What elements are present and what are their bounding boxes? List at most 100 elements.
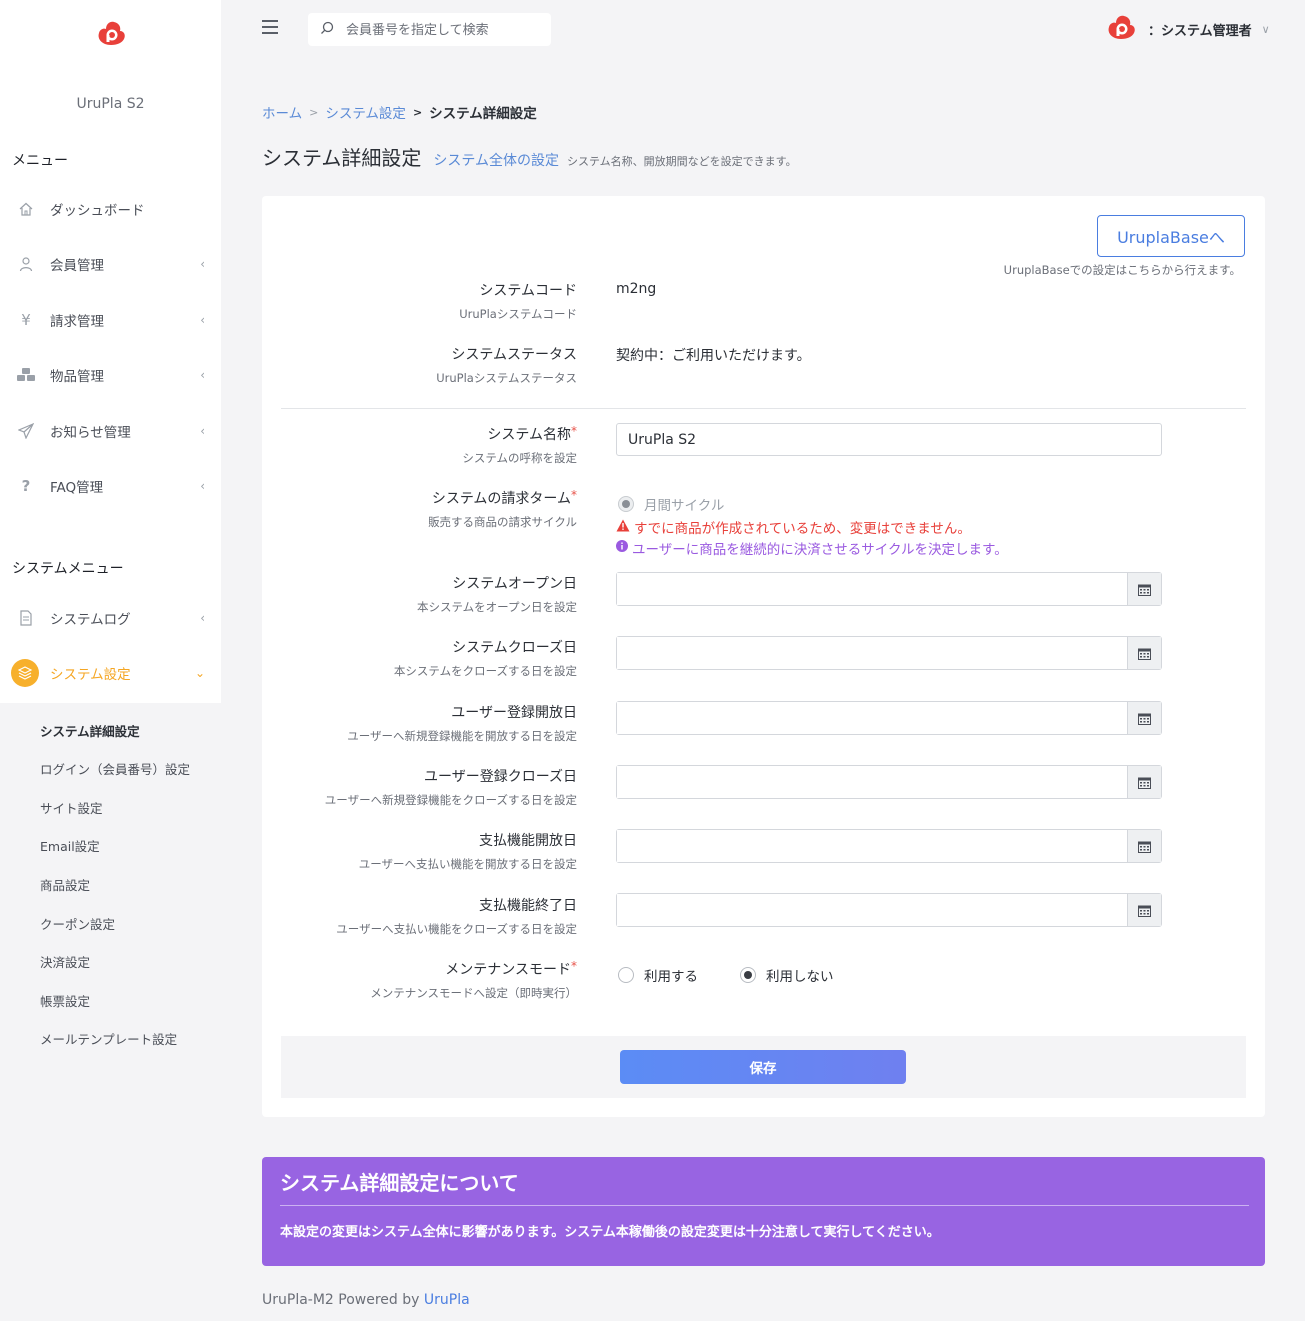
open-date-field xyxy=(616,572,1162,606)
radio-dot xyxy=(740,967,756,983)
system-code-value: m2ng xyxy=(616,281,657,297)
payment-open-sublabel: ユーザーへ支払い機能を開放する日を設定 xyxy=(358,857,577,871)
breadcrumb-home[interactable]: ホーム xyxy=(262,102,302,122)
info-panel-text: 本設定の変更はシステム全体に影響があります。システム本稼働後の設定変更は十分注意… xyxy=(280,1225,940,1240)
open-date-sublabel: 本システムをオープン日を設定 xyxy=(417,600,577,614)
sidebar-item-system-log[interactable]: システムログ ‹ xyxy=(0,600,221,636)
breadcrumb: ホーム > システム設定 > システム詳細設定 xyxy=(262,102,537,123)
submenu-item-site[interactable]: サイト設定 xyxy=(40,798,103,817)
calendar-icon[interactable] xyxy=(1127,702,1161,734)
system-status-label: システムステータス xyxy=(451,347,577,363)
chevron-down-icon: ∨ xyxy=(1261,22,1270,36)
chevron-left-icon: ‹ xyxy=(200,257,205,271)
submenu-item-mail-template[interactable]: メールテンプレート設定 xyxy=(40,1029,177,1048)
chevron-left-icon: ‹ xyxy=(200,368,205,382)
info-panel: システム詳細設定について 本設定の変更はシステム全体に影響があります。システム本… xyxy=(262,1157,1265,1266)
sidebar-item-label: FAQ管理 xyxy=(50,480,104,496)
sidebar-item-label: システムログ xyxy=(50,612,131,628)
save-button[interactable]: 保存 xyxy=(620,1050,906,1084)
close-date-field xyxy=(616,636,1162,670)
calendar-icon[interactable] xyxy=(1127,637,1161,669)
billing-term-info-text: ユーザーに商品を継続的に決済させるサイクルを決定します。 xyxy=(632,542,1008,558)
search-input[interactable] xyxy=(346,20,546,40)
billing-term-label: システムの請求ターム xyxy=(431,491,571,507)
submenu-item-login[interactable]: ログイン（会員番号）設定 xyxy=(40,759,190,778)
open-date-input[interactable] xyxy=(617,573,1127,605)
sidebar-item-dashboard[interactable]: ダッシュボード xyxy=(0,191,221,227)
sidebar-item-members[interactable]: 会員管理 ‹ xyxy=(0,246,221,282)
open-date-label-group: システムオープン日 本システムをオープン日を設定 xyxy=(417,573,577,615)
billing-term-label-row: システムの請求ターム* xyxy=(428,488,577,508)
user-reg-close-input[interactable] xyxy=(617,766,1127,798)
user-menu[interactable]: ：システム管理者 ∨ xyxy=(1106,14,1270,44)
info-circle-icon xyxy=(616,540,628,556)
sidebar-footer-area xyxy=(0,1062,221,1321)
radio-dot xyxy=(618,967,634,983)
sidebar-item-system-settings[interactable]: システム設定 ⌄ xyxy=(0,655,221,691)
maintenance-label: メンテナンスモード xyxy=(445,962,571,978)
payment-close-label-group: 支払機能終了日 ユーザーへ支払い機能をクローズする日を設定 xyxy=(336,895,577,937)
layers-icon xyxy=(11,659,39,687)
payment-close-input[interactable] xyxy=(617,894,1127,926)
warning-triangle-icon xyxy=(616,519,630,536)
document-icon xyxy=(16,608,36,628)
close-date-sublabel: 本システムをクローズする日を設定 xyxy=(393,664,577,678)
maintenance-on-radio[interactable]: 利用する xyxy=(618,965,698,985)
info-panel-title: システム詳細設定について xyxy=(280,1171,519,1195)
submenu-item-product[interactable]: 商品設定 xyxy=(40,875,90,894)
payment-close-field xyxy=(616,893,1162,927)
sidebar-item-label: 請求管理 xyxy=(50,314,104,330)
user-name: ：システム管理者 xyxy=(1148,23,1252,39)
sidebar-item-goods[interactable]: 物品管理 ‹ xyxy=(0,357,221,393)
search-icon xyxy=(320,21,334,35)
submenu-item-system-detail[interactable]: システム詳細設定 xyxy=(40,721,140,740)
required-mark: * xyxy=(571,424,577,438)
hamburger-menu-icon[interactable] xyxy=(262,20,280,34)
sidebar-item-news[interactable]: お知らせ管理 ‹ xyxy=(0,413,221,449)
chevron-left-icon: ‹ xyxy=(200,313,205,327)
user-reg-open-input[interactable] xyxy=(617,702,1127,734)
powered-by: UruPla-M2 Powered by UruPla xyxy=(262,1292,470,1308)
close-date-input[interactable] xyxy=(617,637,1127,669)
chevron-left-icon: ‹ xyxy=(200,424,205,438)
billing-term-monthly-radio[interactable]: 月間サイクル xyxy=(618,494,724,514)
submenu-item-forms[interactable]: 帳票設定 xyxy=(40,991,90,1010)
calendar-icon[interactable] xyxy=(1127,830,1161,862)
submenu-item-payment[interactable]: 決済設定 xyxy=(40,952,90,971)
page-title: システム詳細設定 xyxy=(262,146,422,170)
submenu-item-email[interactable]: Email設定 xyxy=(40,836,100,855)
sidebar-item-label: 物品管理 xyxy=(50,369,104,385)
calendar-icon[interactable] xyxy=(1127,766,1161,798)
calendar-icon[interactable] xyxy=(1127,573,1161,605)
payment-open-field xyxy=(616,829,1162,863)
menu-section-title: メニュー xyxy=(12,153,68,169)
sidebar-item-label: お知らせ管理 xyxy=(50,425,131,441)
user-icon xyxy=(16,254,36,274)
maintenance-off-label: 利用しない xyxy=(766,969,834,985)
urupla-base-note: UruplaBaseでの設定はこちらから行えます。 xyxy=(1003,263,1241,277)
user-reg-open-field xyxy=(616,701,1162,735)
uruppla-logo-icon[interactable] xyxy=(96,20,126,46)
search-box xyxy=(308,13,551,46)
section-divider xyxy=(281,408,1246,409)
payment-open-input[interactable] xyxy=(617,830,1127,862)
system-code-label-group: システムコード UruPlaシステムコード xyxy=(459,280,577,322)
sidebar-item-billing[interactable]: ¥ 請求管理 ‹ xyxy=(0,302,221,338)
urupla-base-button[interactable]: UruplaBaseへ xyxy=(1097,215,1245,257)
system-name-label-group: システム名称* システムの呼称を設定 xyxy=(462,424,577,466)
sidebar-item-faq[interactable]: ? FAQ管理 ‹ xyxy=(0,468,221,504)
user-reg-open-label-group: ユーザー登録開放日 ユーザーへ新規登録機能を開放する日を設定 xyxy=(347,702,577,744)
page-subtitle: システム全体の設定 xyxy=(433,153,559,169)
calendar-icon[interactable] xyxy=(1127,894,1161,926)
cubes-icon xyxy=(16,365,36,385)
radio-dot xyxy=(618,496,634,512)
home-icon xyxy=(16,199,36,219)
submenu-item-coupon[interactable]: クーポン設定 xyxy=(40,914,115,933)
powered-by-link[interactable]: UruPla xyxy=(424,1292,470,1308)
form-footer: 保存 xyxy=(281,1036,1246,1098)
system-name-input[interactable] xyxy=(616,423,1162,456)
breadcrumb-parent[interactable]: システム設定 xyxy=(325,102,406,122)
maintenance-off-radio[interactable]: 利用しない xyxy=(740,965,834,985)
system-settings-submenu: システム詳細設定 ログイン（会員番号）設定 サイト設定 Email設定 商品設定… xyxy=(0,703,221,1062)
billing-term-label-group: システムの請求ターム* 販売する商品の請求サイクル xyxy=(428,488,577,530)
